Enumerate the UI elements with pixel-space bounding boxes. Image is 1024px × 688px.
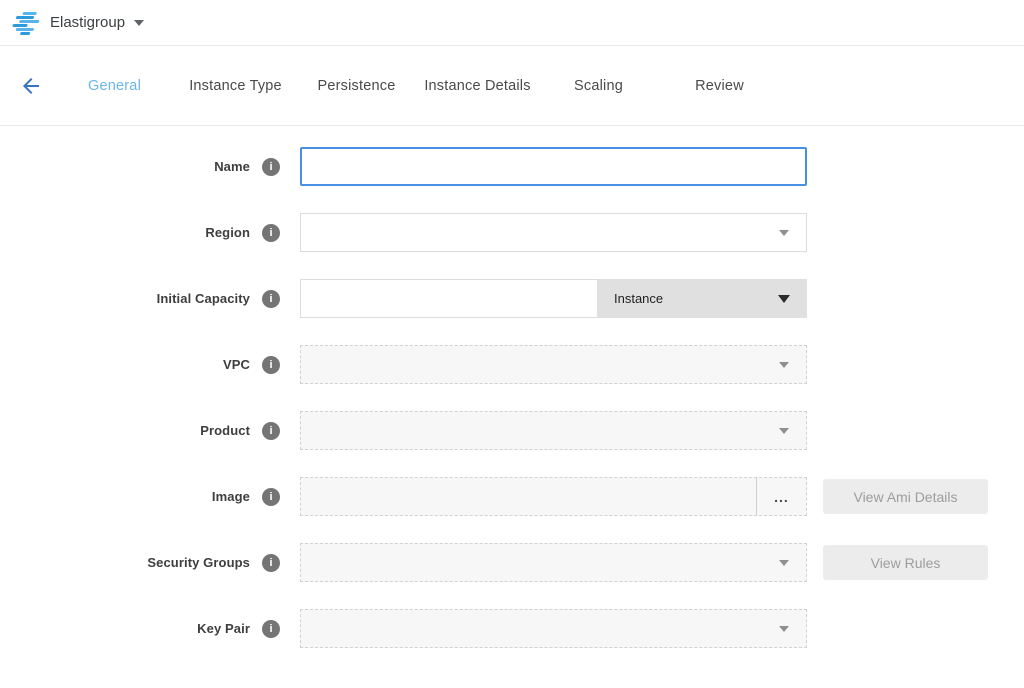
key-pair-select[interactable] <box>300 609 807 648</box>
tab-general[interactable]: General <box>54 78 175 94</box>
product-label: Product <box>200 423 250 438</box>
form-row-image: Image i ... View Ami Details <box>0 477 1024 516</box>
info-icon[interactable]: i <box>262 224 280 242</box>
form-row-vpc: VPC i <box>0 345 1024 384</box>
tab-scaling[interactable]: Scaling <box>538 78 659 94</box>
view-ami-details-button[interactable]: View Ami Details <box>823 479 988 514</box>
vpc-label: VPC <box>223 357 250 372</box>
chevron-down-icon <box>779 428 789 434</box>
tab-instance-details[interactable]: Instance Details <box>417 78 538 94</box>
info-icon[interactable]: i <box>262 356 280 374</box>
form-row-initial-capacity: Initial Capacity i Instance <box>0 279 1024 318</box>
elastigroup-logo-icon <box>11 12 42 34</box>
initial-capacity-input[interactable] <box>300 279 597 318</box>
form-row-name: Name i <box>0 147 1024 186</box>
image-input[interactable]: ... <box>300 477 807 516</box>
vpc-select[interactable] <box>300 345 807 384</box>
general-form: Name i Region i Initial Capacity i Insta… <box>0 126 1024 648</box>
info-icon[interactable]: i <box>262 422 280 440</box>
info-icon[interactable]: i <box>262 554 280 572</box>
chevron-down-icon <box>779 362 789 368</box>
info-icon[interactable]: i <box>262 290 280 308</box>
name-label: Name <box>214 159 250 174</box>
security-groups-label: Security Groups <box>147 555 250 570</box>
info-icon[interactable]: i <box>262 158 280 176</box>
security-groups-select[interactable] <box>300 543 807 582</box>
region-select[interactable] <box>300 213 807 252</box>
name-input[interactable] <box>300 147 807 186</box>
initial-capacity-label: Initial Capacity <box>157 291 250 306</box>
form-row-product: Product i <box>0 411 1024 450</box>
capacity-unit-select[interactable]: Instance <box>597 279 807 318</box>
app-title: Elastigroup <box>50 14 125 31</box>
image-label: Image <box>212 489 250 504</box>
form-row-region: Region i <box>0 213 1024 252</box>
wizard-tabs: General Instance Type Persistence Instan… <box>54 78 780 94</box>
view-rules-button[interactable]: View Rules <box>823 545 988 580</box>
info-icon[interactable]: i <box>262 488 280 506</box>
form-row-key-pair: Key Pair i <box>0 609 1024 648</box>
chevron-down-icon <box>779 230 789 236</box>
chevron-down-icon <box>779 560 789 566</box>
chevron-down-icon <box>779 626 789 632</box>
tab-review[interactable]: Review <box>659 78 780 94</box>
form-row-security-groups: Security Groups i View Rules <box>0 543 1024 582</box>
region-label: Region <box>205 225 250 240</box>
app-header: Elastigroup <box>0 0 1024 46</box>
app-switcher-caret-icon[interactable] <box>134 20 144 26</box>
back-button[interactable] <box>18 73 44 99</box>
key-pair-label: Key Pair <box>197 621 250 636</box>
chevron-down-icon <box>778 295 790 303</box>
arrow-back-icon <box>19 74 43 98</box>
capacity-unit-value: Instance <box>614 291 663 306</box>
image-browse-button[interactable]: ... <box>756 478 806 515</box>
product-select[interactable] <box>300 411 807 450</box>
tab-persistence[interactable]: Persistence <box>296 78 417 94</box>
tab-instance-type[interactable]: Instance Type <box>175 78 296 94</box>
info-icon[interactable]: i <box>262 620 280 638</box>
wizard-tabbar: General Instance Type Persistence Instan… <box>0 46 1024 126</box>
